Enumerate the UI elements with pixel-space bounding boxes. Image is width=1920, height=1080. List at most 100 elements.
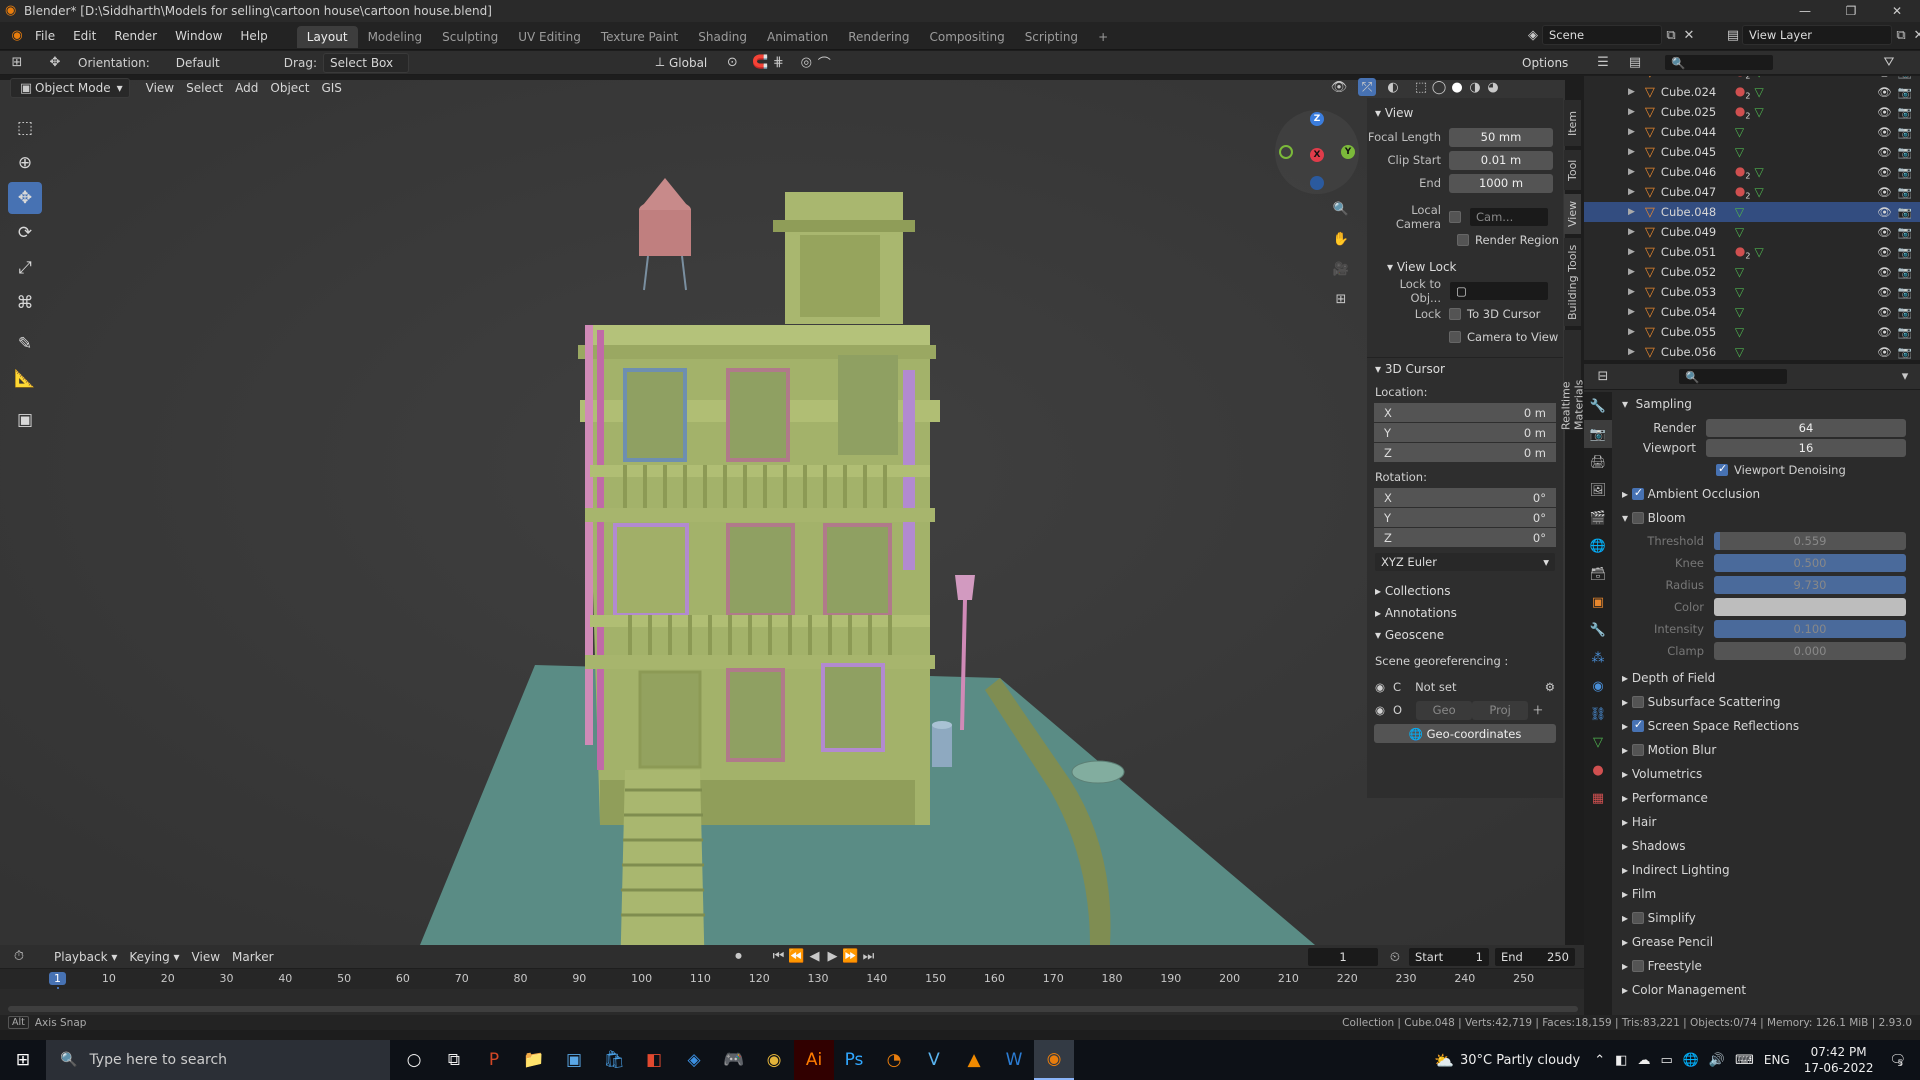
- tab-modeling[interactable]: Modeling: [358, 26, 433, 48]
- remove-view-layer-icon[interactable]: ✕: [1910, 26, 1920, 44]
- view-layer-field[interactable]: View Layer: [1742, 25, 1892, 45]
- app-icon-2[interactable]: ◈: [674, 1040, 714, 1080]
- expand-arrow-icon[interactable]: ▶: [1628, 267, 1635, 277]
- object-tab-icon[interactable]: ▣: [1584, 588, 1612, 616]
- material-shading-icon[interactable]: ◑: [1466, 78, 1484, 96]
- expand-arrow-icon[interactable]: ▶: [1628, 307, 1635, 317]
- mesh-data-icon[interactable]: ▽: [1735, 345, 1744, 359]
- to-3d-cursor-checkbox[interactable]: [1449, 308, 1461, 320]
- focal-length-field[interactable]: 50 mm: [1449, 127, 1553, 147]
- next-keyframe-icon[interactable]: ⏩: [842, 948, 860, 966]
- section-checkbox[interactable]: [1631, 744, 1644, 756]
- constraints-tab-icon[interactable]: ⛓: [1584, 700, 1612, 728]
- stopwatch-icon[interactable]: ⏲: [1386, 948, 1404, 966]
- property-section-header[interactable]: ▸ Color Management: [1614, 978, 1920, 1002]
- add-cube-tool[interactable]: ▣: [8, 404, 42, 436]
- material-icon[interactable]: ●2: [1735, 104, 1751, 120]
- properties-search-input[interactable]: 🔍: [1678, 368, 1788, 385]
- mesh-data-icon[interactable]: ▽: [1755, 165, 1764, 179]
- play-icon[interactable]: ▶: [824, 948, 842, 966]
- cursor-loc-x[interactable]: X 0 m: [1374, 403, 1556, 422]
- render-camera-icon[interactable]: 📷: [1898, 345, 1912, 359]
- expand-arrow-icon[interactable]: ▶: [1628, 227, 1635, 237]
- tab-view[interactable]: View: [1564, 194, 1581, 234]
- start-frame-field[interactable]: Start 1: [1408, 947, 1490, 967]
- visibility-eye-icon[interactable]: 👁: [1877, 165, 1892, 179]
- add-workspace-button[interactable]: +: [1088, 26, 1118, 48]
- outliner-editor-icon[interactable]: ☰: [1594, 54, 1612, 72]
- language-indicator[interactable]: ENG: [1764, 1053, 1790, 1067]
- property-section-header[interactable]: ▸ Film: [1614, 882, 1920, 906]
- sampling-header[interactable]: ▾ Sampling: [1614, 392, 1920, 416]
- visibility-eye-icon[interactable]: 👁: [1877, 305, 1892, 319]
- expand-arrow-icon[interactable]: ▶: [1628, 287, 1635, 297]
- 3d-viewport[interactable]: ⬚ ⊕ ✥ ⟳ ⤢ ⌘ ✎ 📐 ▣ Z Y X 🔍 ✋ 🎥 ⊞: [0, 80, 1565, 945]
- blender-taskbar-icon[interactable]: ◉: [1034, 1040, 1074, 1080]
- tab-rendering[interactable]: Rendering: [838, 26, 919, 48]
- drag-dropdown[interactable]: Select Box: [322, 52, 409, 73]
- world-tab-icon[interactable]: 🌐: [1584, 532, 1612, 560]
- timeline-editor-icon[interactable]: ⏱: [10, 948, 28, 966]
- app-icon-3[interactable]: 🎮: [714, 1040, 754, 1080]
- mesh-data-icon[interactable]: ▽: [1735, 285, 1744, 299]
- geo-coordinates-button[interactable]: 🌐 Geo-coordinates: [1374, 724, 1556, 743]
- gizmo-y-axis[interactable]: Y: [1341, 145, 1355, 159]
- local-camera-checkbox[interactable]: [1449, 211, 1461, 223]
- new-view-layer-icon[interactable]: ⧉: [1892, 26, 1910, 44]
- playhead[interactable]: 1: [49, 972, 66, 985]
- menu-playback[interactable]: Playback ▾: [48, 947, 123, 967]
- property-section-header[interactable]: ▸ Screen Space Reflections: [1614, 714, 1920, 738]
- render-camera-icon[interactable]: 📷: [1898, 225, 1912, 239]
- scene-tab-icon[interactable]: 🎬: [1584, 504, 1612, 532]
- vlc-icon[interactable]: ▲: [954, 1040, 994, 1080]
- expand-arrow-icon[interactable]: ▶: [1628, 87, 1635, 97]
- property-section-header[interactable]: ▸ Shadows: [1614, 834, 1920, 858]
- scale-tool[interactable]: ⤢: [8, 252, 42, 284]
- geo-button[interactable]: Geo: [1416, 700, 1473, 720]
- network-icon[interactable]: 🌐: [1683, 1053, 1699, 1068]
- camera-to-view-checkbox[interactable]: [1449, 331, 1461, 343]
- end-frame-field[interactable]: End 250: [1494, 947, 1576, 967]
- outliner-item[interactable]: ▶ ▽ Cube.047 ●2 ▽ 👁 📷: [1584, 182, 1920, 202]
- outliner-item[interactable]: ▶ ▽ Cube.046 ●2 ▽ 👁 📷: [1584, 162, 1920, 182]
- visibility-eye-icon[interactable]: 👁: [1877, 85, 1892, 99]
- cursor-rot-z[interactable]: Z 0°: [1374, 528, 1556, 547]
- expand-arrow-icon[interactable]: ▶: [1628, 127, 1635, 137]
- cortana-icon[interactable]: ○: [394, 1040, 434, 1080]
- outliner-item[interactable]: ▶ ▽ Cube.053 ▽ 👁 📷: [1584, 282, 1920, 302]
- property-section-header[interactable]: ▸ Grease Pencil: [1614, 930, 1920, 954]
- office-icon[interactable]: ◧: [634, 1040, 674, 1080]
- render-camera-icon[interactable]: 📷: [1898, 145, 1912, 159]
- section-checkbox[interactable]: [1631, 960, 1644, 972]
- bloom-color-swatch[interactable]: [1714, 598, 1906, 616]
- tool-tab-icon[interactable]: 🔧: [1584, 392, 1612, 420]
- texture-tab-icon[interactable]: ▦: [1584, 784, 1612, 812]
- vp-menu-select[interactable]: Select: [180, 78, 229, 98]
- scene-field[interactable]: Scene: [1542, 25, 1662, 45]
- render-samples-field[interactable]: 64: [1706, 419, 1906, 437]
- close-button[interactable]: ✕: [1874, 0, 1920, 22]
- property-section-header[interactable]: ▸ Indirect Lighting: [1614, 858, 1920, 882]
- mesh-data-icon[interactable]: ▽: [1735, 325, 1744, 339]
- cursor-rot-x[interactable]: X 0°: [1374, 488, 1556, 507]
- collection-tab-icon[interactable]: 🗃: [1584, 560, 1612, 588]
- jump-end-icon[interactable]: ⏭: [860, 948, 878, 966]
- display-mode-icon[interactable]: ▤: [1626, 54, 1644, 72]
- editor-type-icon[interactable]: ⊞: [8, 54, 26, 72]
- cloud-icon[interactable]: ☁: [1637, 1053, 1650, 1068]
- falloff-icon[interactable]: ⌒: [815, 54, 833, 72]
- select-box-tool[interactable]: ⬚: [8, 112, 42, 144]
- annotate-tool[interactable]: ✎: [8, 328, 42, 360]
- visibility-eye-icon[interactable]: 👁: [1877, 145, 1892, 159]
- render-camera-icon[interactable]: 📷: [1898, 305, 1912, 319]
- keyboard-icon[interactable]: ⌨: [1735, 1053, 1754, 1068]
- viewport-samples-field[interactable]: 16: [1706, 439, 1906, 457]
- expand-arrow-icon[interactable]: ▶: [1628, 187, 1635, 197]
- tab-layout[interactable]: Layout: [296, 26, 358, 48]
- tab-texture-paint[interactable]: Texture Paint: [591, 26, 688, 48]
- annotations-header[interactable]: ▸ Annotations: [1367, 602, 1563, 624]
- bloom-header[interactable]: ▾ Bloom: [1614, 506, 1920, 530]
- menu-file[interactable]: File: [26, 22, 64, 50]
- render-camera-icon[interactable]: 📷: [1898, 245, 1912, 259]
- section-checkbox[interactable]: [1631, 718, 1644, 732]
